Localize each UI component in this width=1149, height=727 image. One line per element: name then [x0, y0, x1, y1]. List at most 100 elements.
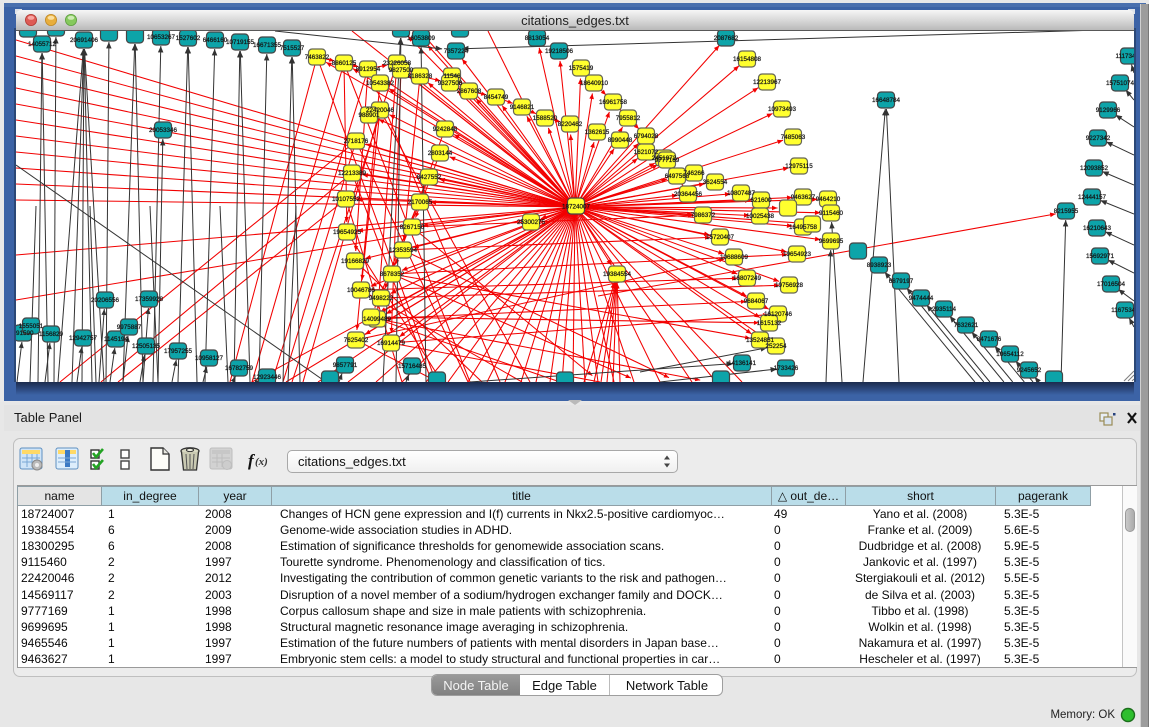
svg-text:7515527: 7515527 [280, 45, 305, 52]
svg-text:16648784: 16648784 [872, 97, 901, 104]
svg-text:12975115: 12975115 [785, 163, 813, 170]
svg-text:19654925: 19654925 [333, 229, 362, 236]
svg-text:20691406: 20691406 [70, 37, 99, 44]
svg-text:9684067: 9684067 [744, 298, 769, 305]
svg-text:7463822: 7463822 [305, 54, 330, 61]
svg-text:8220462: 8220462 [558, 121, 583, 128]
svg-text:8471676: 8471676 [977, 336, 1002, 343]
svg-text:8990448: 8990448 [608, 137, 633, 144]
svg-text:2718176: 2718176 [344, 138, 369, 145]
svg-text:18724007: 18724007 [562, 204, 591, 211]
svg-text:1575419: 1575419 [569, 65, 594, 72]
svg-text:19654923: 19654923 [783, 251, 812, 258]
svg-text:15692971: 15692971 [1086, 253, 1115, 260]
svg-text:12444157: 12444157 [1078, 194, 1107, 201]
svg-text:1733426: 1733426 [774, 365, 799, 372]
svg-text:1362615: 1362615 [585, 129, 610, 136]
svg-text:3624554: 3624554 [703, 179, 728, 186]
svg-text:16807249: 16807249 [733, 275, 762, 282]
svg-text:9129966: 9129966 [1096, 107, 1121, 114]
svg-text:252254: 252254 [765, 343, 787, 350]
svg-text:16961758: 16961758 [599, 99, 628, 106]
svg-text:7632621: 7632621 [954, 322, 979, 329]
svg-text:9857791: 9857791 [333, 362, 358, 369]
svg-text:11675340: 11675340 [1111, 307, 1134, 314]
svg-text:1588520: 1588520 [533, 115, 558, 122]
svg-text:16495758: 16495758 [789, 224, 818, 231]
svg-text:9242848: 9242848 [433, 126, 458, 133]
svg-text:10654112: 10654112 [996, 351, 1024, 358]
svg-text:9474444: 9474444 [909, 295, 934, 302]
svg-text:16782759: 16782759 [225, 365, 254, 372]
svg-text:15751074: 15751074 [1106, 80, 1134, 87]
svg-text:6794028: 6794028 [634, 133, 659, 140]
svg-text:11173458: 11173458 [1115, 53, 1134, 60]
svg-text:9975887: 9975887 [117, 324, 142, 331]
svg-text:1615132: 1615132 [757, 320, 782, 327]
svg-text:7955812: 7955812 [616, 115, 641, 122]
svg-text:6497568: 6497568 [665, 173, 690, 180]
svg-text:12923446: 12923446 [253, 374, 282, 381]
svg-text:9146821: 9146821 [510, 104, 535, 111]
svg-text:10958127: 10958127 [195, 355, 224, 362]
svg-text:7986372: 7986372 [691, 212, 716, 219]
svg-text:6879197: 6879197 [889, 278, 914, 285]
svg-text:16053809: 16053809 [407, 35, 436, 42]
svg-text:2935114: 2935114 [932, 306, 957, 313]
svg-text:8454749: 8454749 [484, 94, 509, 101]
svg-text:7357224: 7357224 [444, 48, 469, 55]
svg-text:391590: 391590 [16, 330, 34, 337]
svg-text:8215955: 8215955 [1054, 208, 1079, 215]
svg-text:2087682: 2087682 [714, 35, 739, 42]
svg-text:1145194: 1145194 [104, 336, 129, 343]
svg-text:12213389: 12213389 [338, 170, 367, 177]
svg-text:2803144: 2803144 [428, 150, 453, 157]
svg-text:20206556: 20206556 [91, 297, 120, 304]
svg-text:9777169: 9777169 [655, 157, 680, 164]
svg-text:2170065: 2170065 [408, 199, 433, 206]
svg-text:10688609: 10688609 [720, 254, 749, 261]
svg-text:8186328: 8186328 [408, 73, 433, 80]
svg-text:17359928: 17359928 [135, 296, 164, 303]
svg-text:6466160: 6466160 [203, 37, 228, 44]
svg-text:23226058: 23226058 [383, 60, 412, 67]
svg-text:1555051: 1555051 [19, 323, 44, 330]
svg-text:8813054: 8813054 [525, 35, 550, 42]
svg-text:9227342: 9227342 [1086, 135, 1111, 142]
svg-text:(x): (x) [255, 456, 268, 468]
svg-text:10719155: 10719155 [226, 39, 255, 46]
svg-text:14099489: 14099489 [363, 316, 392, 323]
svg-text:9327508: 9327508 [438, 80, 463, 87]
svg-text:14136141: 14136141 [728, 360, 757, 367]
svg-text:9245652: 9245652 [1017, 367, 1042, 374]
svg-text:9463627: 9463627 [791, 194, 816, 201]
svg-text:9498222: 9498222 [369, 295, 394, 302]
svg-text:18640910: 18640910 [580, 80, 609, 87]
svg-text:16154808: 16154808 [733, 56, 762, 63]
svg-text:8427552: 8427552 [417, 174, 442, 181]
svg-text:16120746: 16120746 [764, 311, 793, 318]
svg-text:12093852: 12093852 [1080, 165, 1109, 172]
svg-text:1156829: 1156829 [39, 331, 64, 338]
svg-text:12213967: 12213967 [753, 79, 782, 86]
svg-text:20364456: 20364456 [674, 191, 703, 198]
svg-text:7485063: 7485063 [781, 134, 806, 141]
svg-text:9464210: 9464210 [816, 196, 841, 203]
svg-text:17957255: 17957255 [164, 348, 193, 355]
svg-text:14055712: 14055712 [28, 41, 57, 48]
svg-text:988901: 988901 [358, 112, 380, 119]
svg-text:9115460: 9115460 [819, 210, 844, 217]
svg-text:10107552: 10107552 [332, 196, 361, 203]
svg-text:1527602: 1527602 [176, 35, 201, 42]
svg-text:8938923: 8938923 [867, 262, 892, 269]
svg-text:12942757: 12942757 [69, 335, 98, 342]
svg-text:20053346: 20053346 [149, 127, 178, 134]
svg-text:19166829: 19166829 [341, 258, 370, 265]
svg-text:10973493: 10973493 [768, 106, 797, 113]
svg-text:19384554: 19384554 [603, 271, 632, 278]
svg-text:2867608: 2867608 [457, 88, 482, 95]
svg-text:10025438: 10025438 [746, 213, 775, 220]
svg-text:9699695: 9699695 [819, 238, 844, 245]
svg-text:8912954: 8912954 [356, 66, 381, 73]
svg-text:10807487: 10807487 [727, 190, 756, 197]
